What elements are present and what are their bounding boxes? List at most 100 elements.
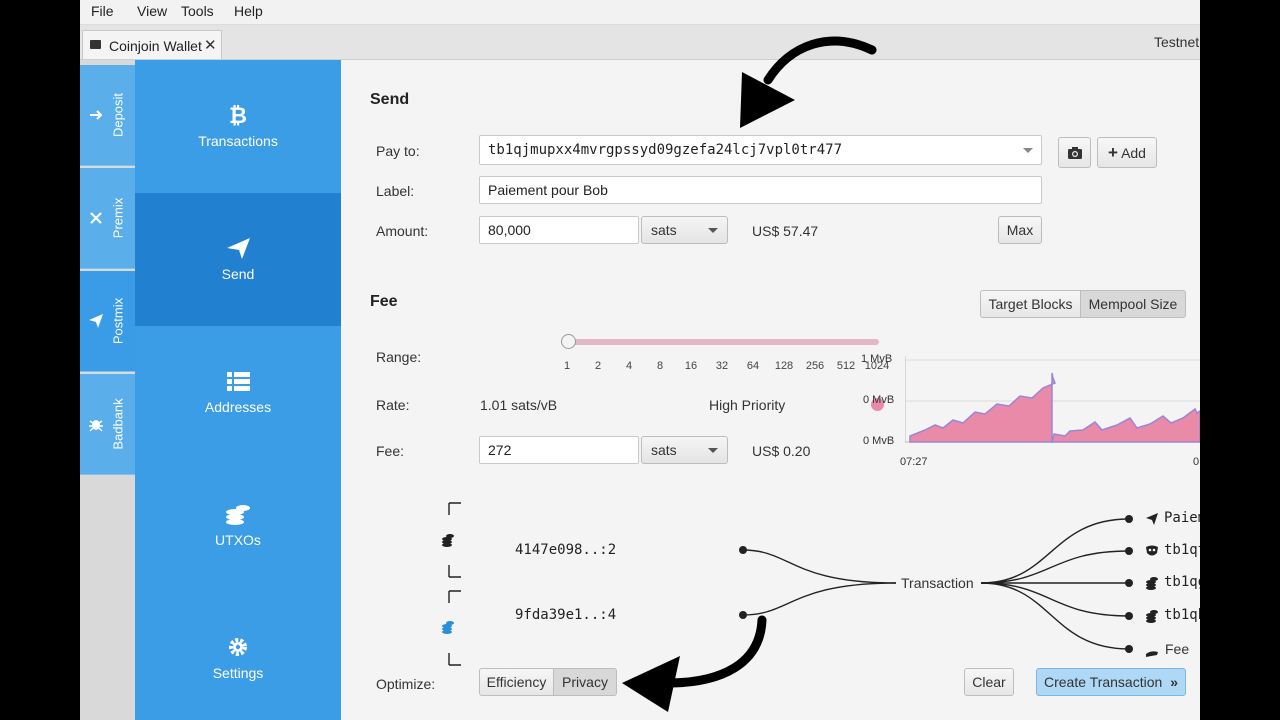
camera-icon xyxy=(1067,147,1082,159)
output-address-2[interactable]: tb1qgr2l... xyxy=(1164,574,1200,590)
nav-addresses-label: Addresses xyxy=(204,399,272,415)
account-tabs: Deposit Premix Postmix Badbank xyxy=(80,60,135,720)
menu-view[interactable]: View xyxy=(137,3,167,19)
mempool-chart: 1 MvB 0 MvB 0 MvB 07:27 0 xyxy=(861,350,1200,470)
max-button[interactable]: Max xyxy=(998,216,1042,244)
amount-input[interactable]: 80,000 xyxy=(479,216,639,244)
diagram-lines xyxy=(448,502,1133,666)
clear-button[interactable]: Clear xyxy=(964,668,1014,696)
input-utxo-1[interactable]: 4147e098..:2 xyxy=(515,542,616,558)
range-tick-label: 2 xyxy=(594,360,602,372)
transaction-node: Transaction xyxy=(901,575,974,591)
fee-unit-select[interactable]: sats xyxy=(641,436,728,464)
fee-fiat: US$ 0.20 xyxy=(752,443,811,459)
priority-label: High Priority xyxy=(709,397,786,413)
tab-label: Coinjoin Wallet xyxy=(109,38,202,54)
pay-to-value: tb1qjmupxx4mvrgpssyd09gzefa24lcj7vpl0tr4… xyxy=(488,142,843,158)
nav-send[interactable]: Send xyxy=(135,193,341,326)
fee-unit-value: sats xyxy=(651,442,677,458)
label-value: Paiement pour Bob xyxy=(488,182,608,198)
tab-coinjoin-wallet[interactable]: Coinjoin Wallet ✕ xyxy=(82,30,222,59)
range-tick-label: 128 xyxy=(774,360,794,372)
menu-bar: File View Tools Help xyxy=(80,0,1200,25)
menu-help[interactable]: Help xyxy=(234,3,263,19)
coins-icon xyxy=(1146,577,1158,590)
send-heading: Send xyxy=(370,91,410,108)
svg-text:₿: ₿ xyxy=(229,104,247,126)
chevron-down-icon[interactable] xyxy=(1023,148,1033,153)
double-chevron-right-icon: » xyxy=(1170,674,1178,690)
add-recipient-button[interactable]: + Add xyxy=(1097,137,1157,168)
mempool-area-plot xyxy=(905,356,1200,443)
close-icon[interactable]: ✕ xyxy=(204,36,217,54)
rate-value: 1.01 sats/vB xyxy=(480,397,558,413)
y-tick-label: 0 MvB xyxy=(863,435,895,447)
y-tick-label: 0 MvB xyxy=(863,394,895,406)
nav-settings-label: Settings xyxy=(212,665,264,681)
tab-postmix-label: Postmix xyxy=(110,297,126,345)
range-tick-label: 512 xyxy=(836,360,856,372)
pay-to-input[interactable]: tb1qjmupxx4mvrgpssyd09gzefa24lcj7vpl0tr4… xyxy=(479,135,1042,165)
nav-utxos[interactable]: UTXOs xyxy=(135,459,341,592)
gear-icon xyxy=(229,638,247,656)
create-transaction-button[interactable]: Create Transaction » xyxy=(1036,668,1186,696)
slider-thumb[interactable] xyxy=(561,334,576,349)
optimize-label: Optimize: xyxy=(376,676,436,692)
efficiency-button[interactable]: Efficiency xyxy=(479,668,554,696)
wallet-nav: ₿ Transactions Send Addresses UTXOs Sett… xyxy=(135,60,341,720)
fee-heading: Fee xyxy=(370,293,398,310)
chevron-down-icon xyxy=(708,448,718,453)
pay-to-label: Pay to: xyxy=(376,143,420,159)
send-icon xyxy=(1146,513,1158,525)
hand-coin-icon xyxy=(1146,651,1158,657)
coins-icon xyxy=(226,505,250,525)
menu-file[interactable]: File xyxy=(91,3,114,19)
range-tick-label: 8 xyxy=(656,360,664,372)
target-blocks-button[interactable]: Target Blocks xyxy=(980,290,1081,318)
tab-badbank-label: Badbank xyxy=(110,398,126,450)
nav-utxos-label: UTXOs xyxy=(215,532,261,548)
coins-icon xyxy=(442,534,454,547)
range-label: Range: xyxy=(376,349,422,365)
scan-qr-button[interactable] xyxy=(1058,137,1091,168)
send-icon xyxy=(227,238,250,259)
tab-deposit[interactable]: Deposit xyxy=(80,65,135,166)
tab-deposit-label: Deposit xyxy=(110,92,126,138)
output-address-1[interactable]: tb1qt35s... xyxy=(1164,542,1200,558)
x-tick-label: 07:27 xyxy=(900,456,928,468)
amount-unit-value: sats xyxy=(651,222,677,238)
output-payment[interactable]: Paiement p... xyxy=(1164,510,1200,526)
list-icon xyxy=(227,372,250,391)
privacy-button[interactable]: Privacy xyxy=(553,668,617,696)
nav-addresses[interactable]: Addresses xyxy=(135,326,341,459)
tab-postmix[interactable]: Postmix xyxy=(80,271,135,372)
range-tick-label: 16 xyxy=(684,360,698,372)
plus-icon: + xyxy=(1108,143,1118,162)
label-label: Label: xyxy=(376,183,415,199)
output-address-3[interactable]: tb1qhwnh... xyxy=(1164,607,1200,623)
rate-label: Rate: xyxy=(376,397,410,413)
range-tick-label: 256 xyxy=(805,360,825,372)
network-label: Testnet xyxy=(1154,34,1200,50)
range-tick-label: 4 xyxy=(625,360,633,372)
fee-value: 272 xyxy=(488,442,512,458)
mempool-size-button[interactable]: Mempool Size xyxy=(1080,290,1186,318)
send-panel: Send Pay to: tb1qjmupxx4mvrgpssyd09gzefa… xyxy=(341,60,1200,720)
bitcoin-icon: ₿ xyxy=(229,104,247,126)
output-fee: Fee xyxy=(1165,641,1190,657)
label-input[interactable]: Paiement pour Bob xyxy=(479,176,1042,204)
tab-bar: Coinjoin Wallet ✕ Testnet xyxy=(80,25,1200,60)
nav-settings[interactable]: Settings xyxy=(135,592,341,720)
menu-tools[interactable]: Tools xyxy=(181,3,214,19)
nav-transactions[interactable]: ₿ Transactions xyxy=(135,60,341,193)
nav-transactions-label: Transactions xyxy=(198,133,278,149)
input-utxo-2[interactable]: 9fda39e1..:4 xyxy=(515,607,616,623)
amount-unit-select[interactable]: sats xyxy=(641,216,728,244)
sparrow-window: File View Tools Help Coinjoin Wallet ✕ T… xyxy=(80,0,1200,720)
tab-premix[interactable]: Premix xyxy=(80,168,135,269)
tab-badbank[interactable]: Badbank xyxy=(80,374,135,475)
send-icon xyxy=(88,313,104,329)
tab-premix-label: Premix xyxy=(110,197,126,239)
fee-range-slider[interactable] xyxy=(561,330,881,380)
fee-input[interactable]: 272 xyxy=(479,436,639,464)
